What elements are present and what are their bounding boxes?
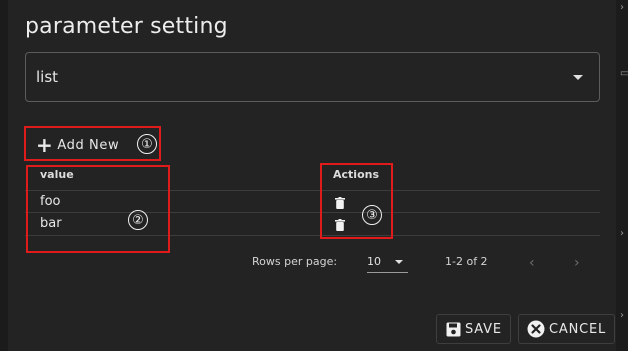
rows-per-page-value: 10	[367, 255, 381, 268]
select-value: list	[36, 68, 59, 86]
dropdown-caret-icon[interactable]	[573, 75, 583, 80]
annotation-number-1: ①	[137, 134, 157, 154]
floppy-disk-icon	[446, 322, 461, 336]
close-circle-icon	[527, 320, 545, 338]
annotation-number-2: ②	[128, 210, 148, 230]
rows-per-page-select[interactable]: 10	[367, 254, 408, 273]
edge-glyph-icon: ▭	[620, 68, 628, 79]
edge-chevron-icon: ›	[620, 2, 624, 13]
select-underline	[367, 272, 408, 273]
annotation-box-2	[26, 165, 170, 253]
edge-chevron-icon: ›	[620, 228, 624, 239]
save-button[interactable]: SAVE	[436, 314, 511, 344]
dropdown-caret-icon	[395, 260, 403, 264]
cancel-button[interactable]: CANCEL	[518, 314, 615, 344]
save-label: SAVE	[465, 321, 502, 337]
edge-chevron-icon: ›	[620, 310, 624, 321]
pagination-range: 1-2 of 2	[445, 255, 488, 268]
rows-per-page-label: Rows per page:	[252, 255, 338, 268]
dialog-title: parameter setting	[25, 14, 228, 39]
annotation-box-3	[320, 163, 393, 239]
parameter-type-select[interactable]: list	[25, 52, 600, 102]
chevron-left-icon[interactable]: ‹	[529, 255, 535, 271]
background-window-edge	[616, 0, 628, 351]
cancel-label: CANCEL	[549, 321, 607, 337]
chevron-right-icon[interactable]: ›	[574, 255, 580, 271]
annotation-number-3: ③	[362, 205, 382, 225]
